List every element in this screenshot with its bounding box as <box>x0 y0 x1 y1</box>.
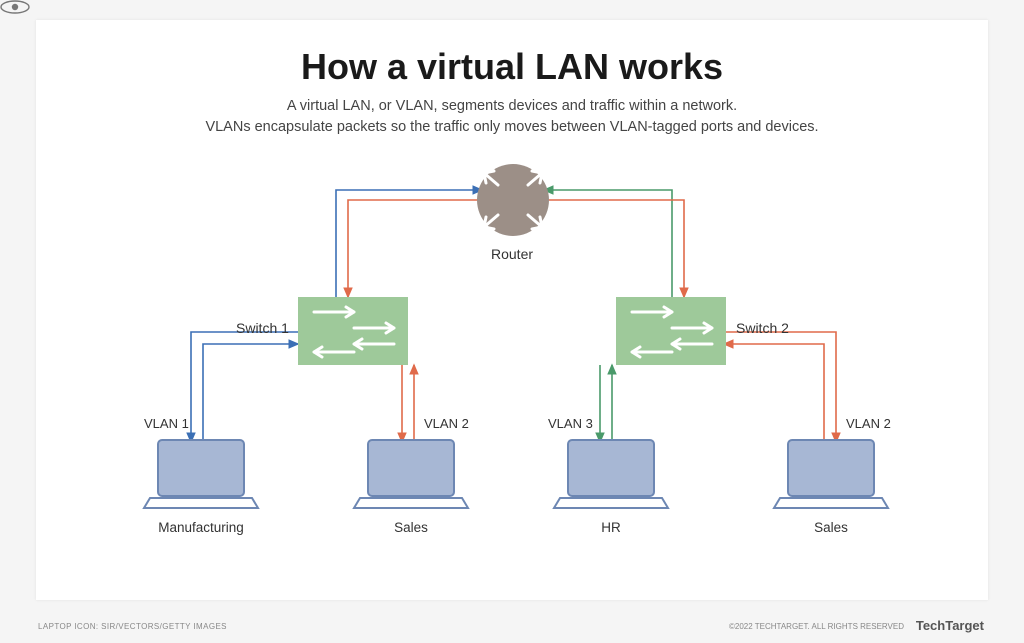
device-2-label: Sales <box>341 520 481 535</box>
device-3-label: HR <box>541 520 681 535</box>
nodes-layer <box>36 20 988 600</box>
switch-1-icon <box>298 297 408 365</box>
laptop-4-icon <box>774 440 888 508</box>
switch-2-label: Switch 2 <box>736 320 789 336</box>
vlan-3-label: VLAN 3 <box>548 416 593 431</box>
vlan-1-label: VLAN 1 <box>144 416 189 431</box>
laptop-3-icon <box>554 440 668 508</box>
switch-1-label: Switch 1 <box>236 320 289 336</box>
switch-2-icon <box>616 297 726 365</box>
router-icon <box>477 164 549 236</box>
laptop-2-icon <box>354 440 468 508</box>
diagram-canvas: How a virtual LAN works A virtual LAN, o… <box>36 20 988 600</box>
copyright-text: ©2022 TECHTARGET. ALL RIGHTS RESERVED <box>729 622 904 631</box>
brand-text: TechTarget <box>916 618 984 633</box>
vlan-2a-label: VLAN 2 <box>424 416 469 431</box>
laptop-1-icon <box>144 440 258 508</box>
device-4-label: Sales <box>761 520 901 535</box>
router-label: Router <box>491 246 533 262</box>
credits-text: LAPTOP ICON: SIR/VECTORS/GETTY IMAGES <box>38 622 227 631</box>
brand-eye-icon <box>0 0 30 14</box>
vlan-2b-label: VLAN 2 <box>846 416 891 431</box>
device-1-label: Manufacturing <box>131 520 271 535</box>
